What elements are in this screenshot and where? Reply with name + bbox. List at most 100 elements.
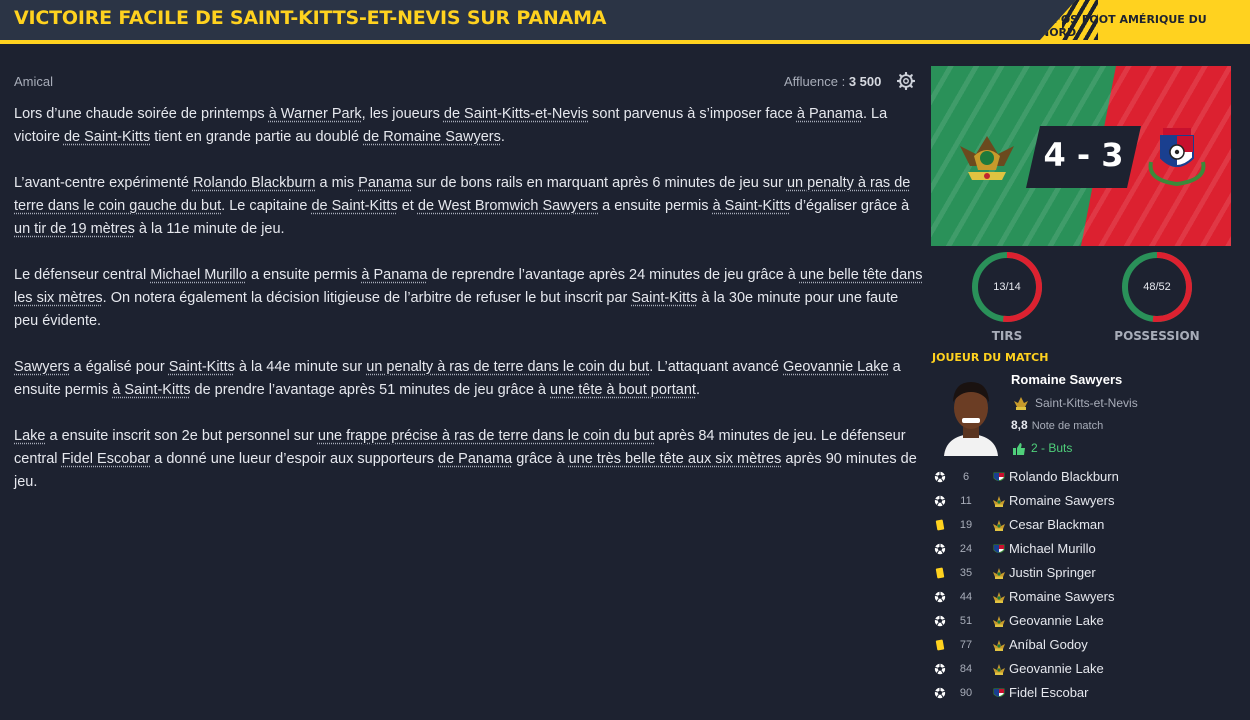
article-link[interactable]: Geovannie Lake	[783, 359, 889, 375]
article-text: L’avant-centre expérimenté	[14, 175, 193, 191]
event-player[interactable]: Romaine Sawyers	[1009, 589, 1115, 604]
team-crest-icon	[1014, 397, 1028, 410]
article-link[interactable]: Rolando Blackburn	[193, 175, 316, 191]
article-link[interactable]: à Panama	[361, 267, 427, 283]
article-text: , les joueurs	[361, 106, 444, 122]
article-link[interactable]: Sawyers	[14, 359, 70, 375]
event-row[interactable]: 11 Romaine Sawyers	[932, 490, 1242, 514]
article-text: grâce à	[512, 451, 569, 467]
event-row[interactable]: 19 Cesar Blackman	[932, 514, 1242, 538]
article-link[interactable]: une très belle tête aux six mètres	[569, 451, 782, 467]
event-player[interactable]: Cesar Blackman	[1009, 517, 1104, 532]
goal-ball-icon	[934, 687, 946, 699]
article-link[interactable]: à Warner Park	[269, 106, 362, 122]
event-minute: 44	[959, 591, 973, 603]
skn-crest-icon	[993, 496, 1005, 507]
skn-crest-icon	[993, 640, 1005, 651]
event-row[interactable]: 35 Justin Springer	[932, 562, 1242, 586]
header-divider	[0, 40, 1250, 44]
article-link[interactable]: de Romaine Sawyers	[363, 129, 501, 145]
article-link[interactable]: un penalty à ras de terre dans le coin d…	[366, 359, 649, 375]
article-text: à la 44e minute sur	[234, 359, 367, 375]
event-row[interactable]: 77 Aníbal Godoy	[932, 634, 1242, 658]
article-text: Lors d’une chaude soirée de printemps	[14, 106, 269, 122]
article-link[interactable]: Panama	[358, 175, 412, 191]
article-link[interactable]: à Panama	[797, 106, 863, 122]
article-text: . Le capitaine	[221, 198, 312, 214]
potm-name[interactable]: Romaine Sawyers	[1011, 372, 1122, 387]
goal-ball-icon	[934, 663, 946, 675]
article-paragraph: Lors d’une chaude soirée de printemps à …	[14, 103, 926, 149]
article-link[interactable]: Lake	[14, 428, 45, 444]
article-link[interactable]: à Saint-Kitts	[713, 198, 791, 214]
event-player[interactable]: Geovannie Lake	[1009, 613, 1104, 628]
skn-crest-icon	[993, 520, 1005, 531]
scoreboard[interactable]: 4 - 3	[931, 66, 1231, 246]
category-badge-label: INFOS FOOT AMÉRIQUE DU NORD	[1040, 13, 1207, 39]
article-text: .	[695, 382, 700, 398]
thumbs-up-icon	[1013, 443, 1025, 455]
competition-label: Amical	[14, 74, 54, 89]
skn-crest-icon	[993, 568, 1005, 579]
event-player[interactable]: Justin Springer	[1009, 565, 1096, 580]
article-link[interactable]: une tête à bout portant	[550, 382, 696, 398]
event-minute: 11	[960, 495, 972, 507]
yellow-card-icon	[935, 639, 945, 651]
article-paragraph: L’avant-centre expérimenté Rolando Black…	[14, 172, 926, 241]
possession-label: POSSESSION	[1114, 329, 1200, 343]
event-row[interactable]: 24 Michael Murillo	[932, 538, 1242, 562]
event-row[interactable]: 90 Fidel Escobar	[932, 682, 1242, 706]
article-link[interactable]: Fidel Escobar	[62, 451, 151, 467]
article-link[interactable]: de Panama	[438, 451, 512, 467]
potm-team[interactable]: Saint-Kitts-et-Nevis	[1035, 396, 1138, 410]
article-link[interactable]: Saint-Kitts	[631, 290, 697, 306]
panama-crest-icon	[993, 472, 1005, 481]
event-player[interactable]: Geovannie Lake	[1009, 661, 1104, 676]
event-row[interactable]: 51 Geovannie Lake	[932, 610, 1242, 634]
article-link[interactable]: à Saint-Kitts	[112, 382, 190, 398]
event-row[interactable]: 6 Rolando Blackburn	[932, 466, 1242, 490]
event-player[interactable]: Aníbal Godoy	[1009, 637, 1088, 652]
page-title: VICTOIRE FACILE DE SAINT-KITTS-ET-NEVIS …	[14, 7, 607, 29]
event-minute: 77	[959, 639, 973, 651]
potm-rating-value: 8,8	[1011, 418, 1028, 432]
article-link[interactable]: de Saint-Kitts-et-Nevis	[444, 106, 588, 122]
article-link[interactable]: une frappe précise à ras de terre dans l…	[318, 428, 654, 444]
event-player[interactable]: Fidel Escobar	[1009, 685, 1088, 700]
event-row[interactable]: 84 Geovannie Lake	[932, 658, 1242, 682]
player-avatar[interactable]	[938, 374, 1004, 456]
article-link[interactable]: de Saint-Kitts	[311, 198, 397, 214]
goal-ball-icon	[934, 615, 946, 627]
home-crest-icon[interactable]	[956, 126, 1018, 188]
category-badge[interactable]: INFOS FOOT AMÉRIQUE DU NORD	[1040, 0, 1250, 40]
event-row[interactable]: 44 Romaine Sawyers	[932, 586, 1242, 610]
potm-title: JOUEUR DU MATCH	[932, 351, 1049, 364]
article-link[interactable]: un tir de 19 mètres	[14, 221, 135, 237]
article-link[interactable]: Michael Murillo	[150, 267, 247, 283]
article-link[interactable]: de Saint-Kitts	[64, 129, 150, 145]
match-report: Lors d’une chaude soirée de printemps à …	[14, 103, 926, 517]
event-player[interactable]: Rolando Blackburn	[1009, 469, 1119, 484]
article-text: sur de bons rails en marquant après 6 mi…	[412, 175, 787, 191]
yellow-card-icon	[935, 567, 945, 579]
panama-crest-icon	[993, 688, 1005, 697]
article-paragraph: Sawyers a égalisé pour Saint-Kitts à la …	[14, 356, 926, 402]
article-text: . L’attaquant avancé	[649, 359, 784, 375]
skn-crest-icon	[993, 592, 1005, 603]
article-link[interactable]: Saint-Kitts	[169, 359, 235, 375]
article-text: . On notera également la décision litigi…	[102, 290, 632, 306]
attendance-value: 3 500	[848, 74, 882, 89]
gear-icon[interactable]	[897, 72, 915, 90]
possession-value: 48/52	[1143, 281, 1171, 293]
article-text: a égalisé pour	[69, 359, 169, 375]
article-link[interactable]: de West Bromwich Sawyers	[418, 198, 598, 214]
away-crest-icon[interactable]	[1143, 122, 1211, 190]
event-player[interactable]: Romaine Sawyers	[1009, 493, 1115, 508]
attendance-label: Affluence :	[784, 74, 846, 89]
article-text: et	[397, 198, 418, 214]
article-text: de reprendre l’avantage après 24 minutes…	[427, 267, 800, 283]
article-text: a mis	[315, 175, 359, 191]
panama-crest-icon	[993, 544, 1005, 553]
event-player[interactable]: Michael Murillo	[1009, 541, 1096, 556]
goal-ball-icon	[934, 543, 946, 555]
